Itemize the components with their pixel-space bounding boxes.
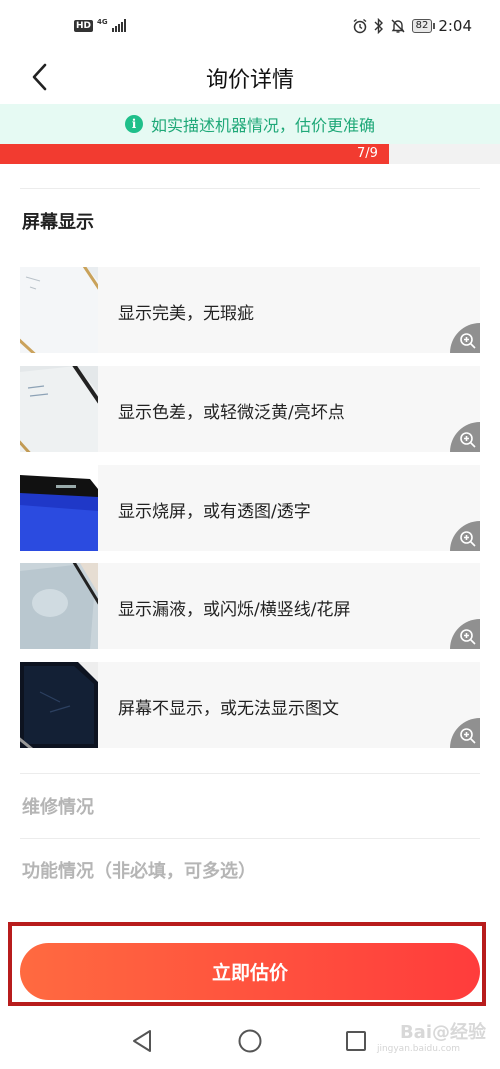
progress-label: 7/9 xyxy=(357,146,378,161)
zoom-icon[interactable] xyxy=(450,718,480,748)
square-recents-icon xyxy=(346,1031,366,1051)
thumbnail-image xyxy=(20,267,98,353)
status-bar: HD 4G 82 2:04 xyxy=(0,0,500,52)
option-screen-no-display[interactable]: 屏幕不显示，或无法显示图文 xyxy=(20,662,480,748)
thumbnail-image xyxy=(20,366,98,452)
option-label: 显示完美，无瑕疵 xyxy=(118,304,254,324)
tip-text: 如实描述机器情况，估价更准确 xyxy=(150,116,375,135)
status-right: 82 2:04 xyxy=(352,17,472,35)
bluetooth-icon xyxy=(374,18,383,34)
mute-icon xyxy=(391,19,405,33)
option-screen-burn-in[interactable]: 显示烧屏，或有透图/透字 xyxy=(20,465,480,551)
option-label: 显示色差，或轻微泛黄/亮坏点 xyxy=(118,403,345,423)
watermark-sub: jingyan.baidu.com xyxy=(376,1044,460,1054)
alarm-icon xyxy=(353,18,367,34)
divider xyxy=(20,773,480,774)
option-label: 屏幕不显示，或无法显示图文 xyxy=(118,699,339,719)
info-icon: i xyxy=(124,115,143,133)
section-title: 屏幕显示 xyxy=(22,212,94,233)
triangle-back-icon xyxy=(133,1030,151,1052)
phone-screen-image xyxy=(20,267,98,353)
phone-screen-image xyxy=(20,563,98,649)
recents-nav-button[interactable] xyxy=(344,1028,368,1058)
zoom-icon[interactable] xyxy=(450,521,480,551)
hd-indicator: HD xyxy=(74,19,94,32)
battery-indicator: 82 xyxy=(411,19,436,33)
network-type: 4G xyxy=(97,18,108,26)
option-label: 显示漏液，或闪烁/横竖线/花屏 xyxy=(118,600,351,620)
repair-section-title[interactable]: 维修情况 xyxy=(22,793,94,819)
zoom-icon[interactable] xyxy=(450,323,480,353)
option-screen-perfect[interactable]: 显示完美，无瑕疵 xyxy=(20,267,480,353)
option-label: 显示烧屏，或有透图/透字 xyxy=(118,502,311,522)
circle-home-icon xyxy=(238,1029,262,1053)
thumbnail-image xyxy=(20,662,98,748)
home-nav-button[interactable] xyxy=(237,1028,263,1058)
watermark: Bai@经验 xyxy=(399,1022,486,1043)
clock: 2:04 xyxy=(438,17,472,35)
status-left: HD 4G xyxy=(74,19,126,32)
phone-screen-image xyxy=(20,366,98,452)
tip-banner: i 如实描述机器情况，估价更准确 xyxy=(0,104,500,144)
divider xyxy=(20,188,480,189)
thumbnail-image xyxy=(20,465,98,551)
option-screen-leak[interactable]: 显示漏液，或闪烁/横竖线/花屏 xyxy=(20,563,480,649)
option-screen-color-shift[interactable]: 显示色差，或轻微泛黄/亮坏点 xyxy=(20,366,480,452)
signal-icon xyxy=(111,19,126,32)
page-title: 询价详情 xyxy=(205,68,294,93)
function-section-title[interactable]: 功能情况（非必填，可多选） xyxy=(22,857,256,883)
estimate-now-button[interactable]: 立即估价 xyxy=(20,943,480,1000)
progress-fill xyxy=(0,144,389,164)
phone-screen-image xyxy=(20,662,98,748)
header: 询价详情 xyxy=(0,52,500,104)
zoom-icon[interactable] xyxy=(450,422,480,452)
divider xyxy=(20,838,480,839)
back-nav-button[interactable] xyxy=(130,1028,154,1058)
phone-screen-image xyxy=(20,465,98,551)
zoom-icon[interactable] xyxy=(450,619,480,649)
progress-bar: 7/9 xyxy=(0,144,500,164)
thumbnail-image xyxy=(20,563,98,649)
